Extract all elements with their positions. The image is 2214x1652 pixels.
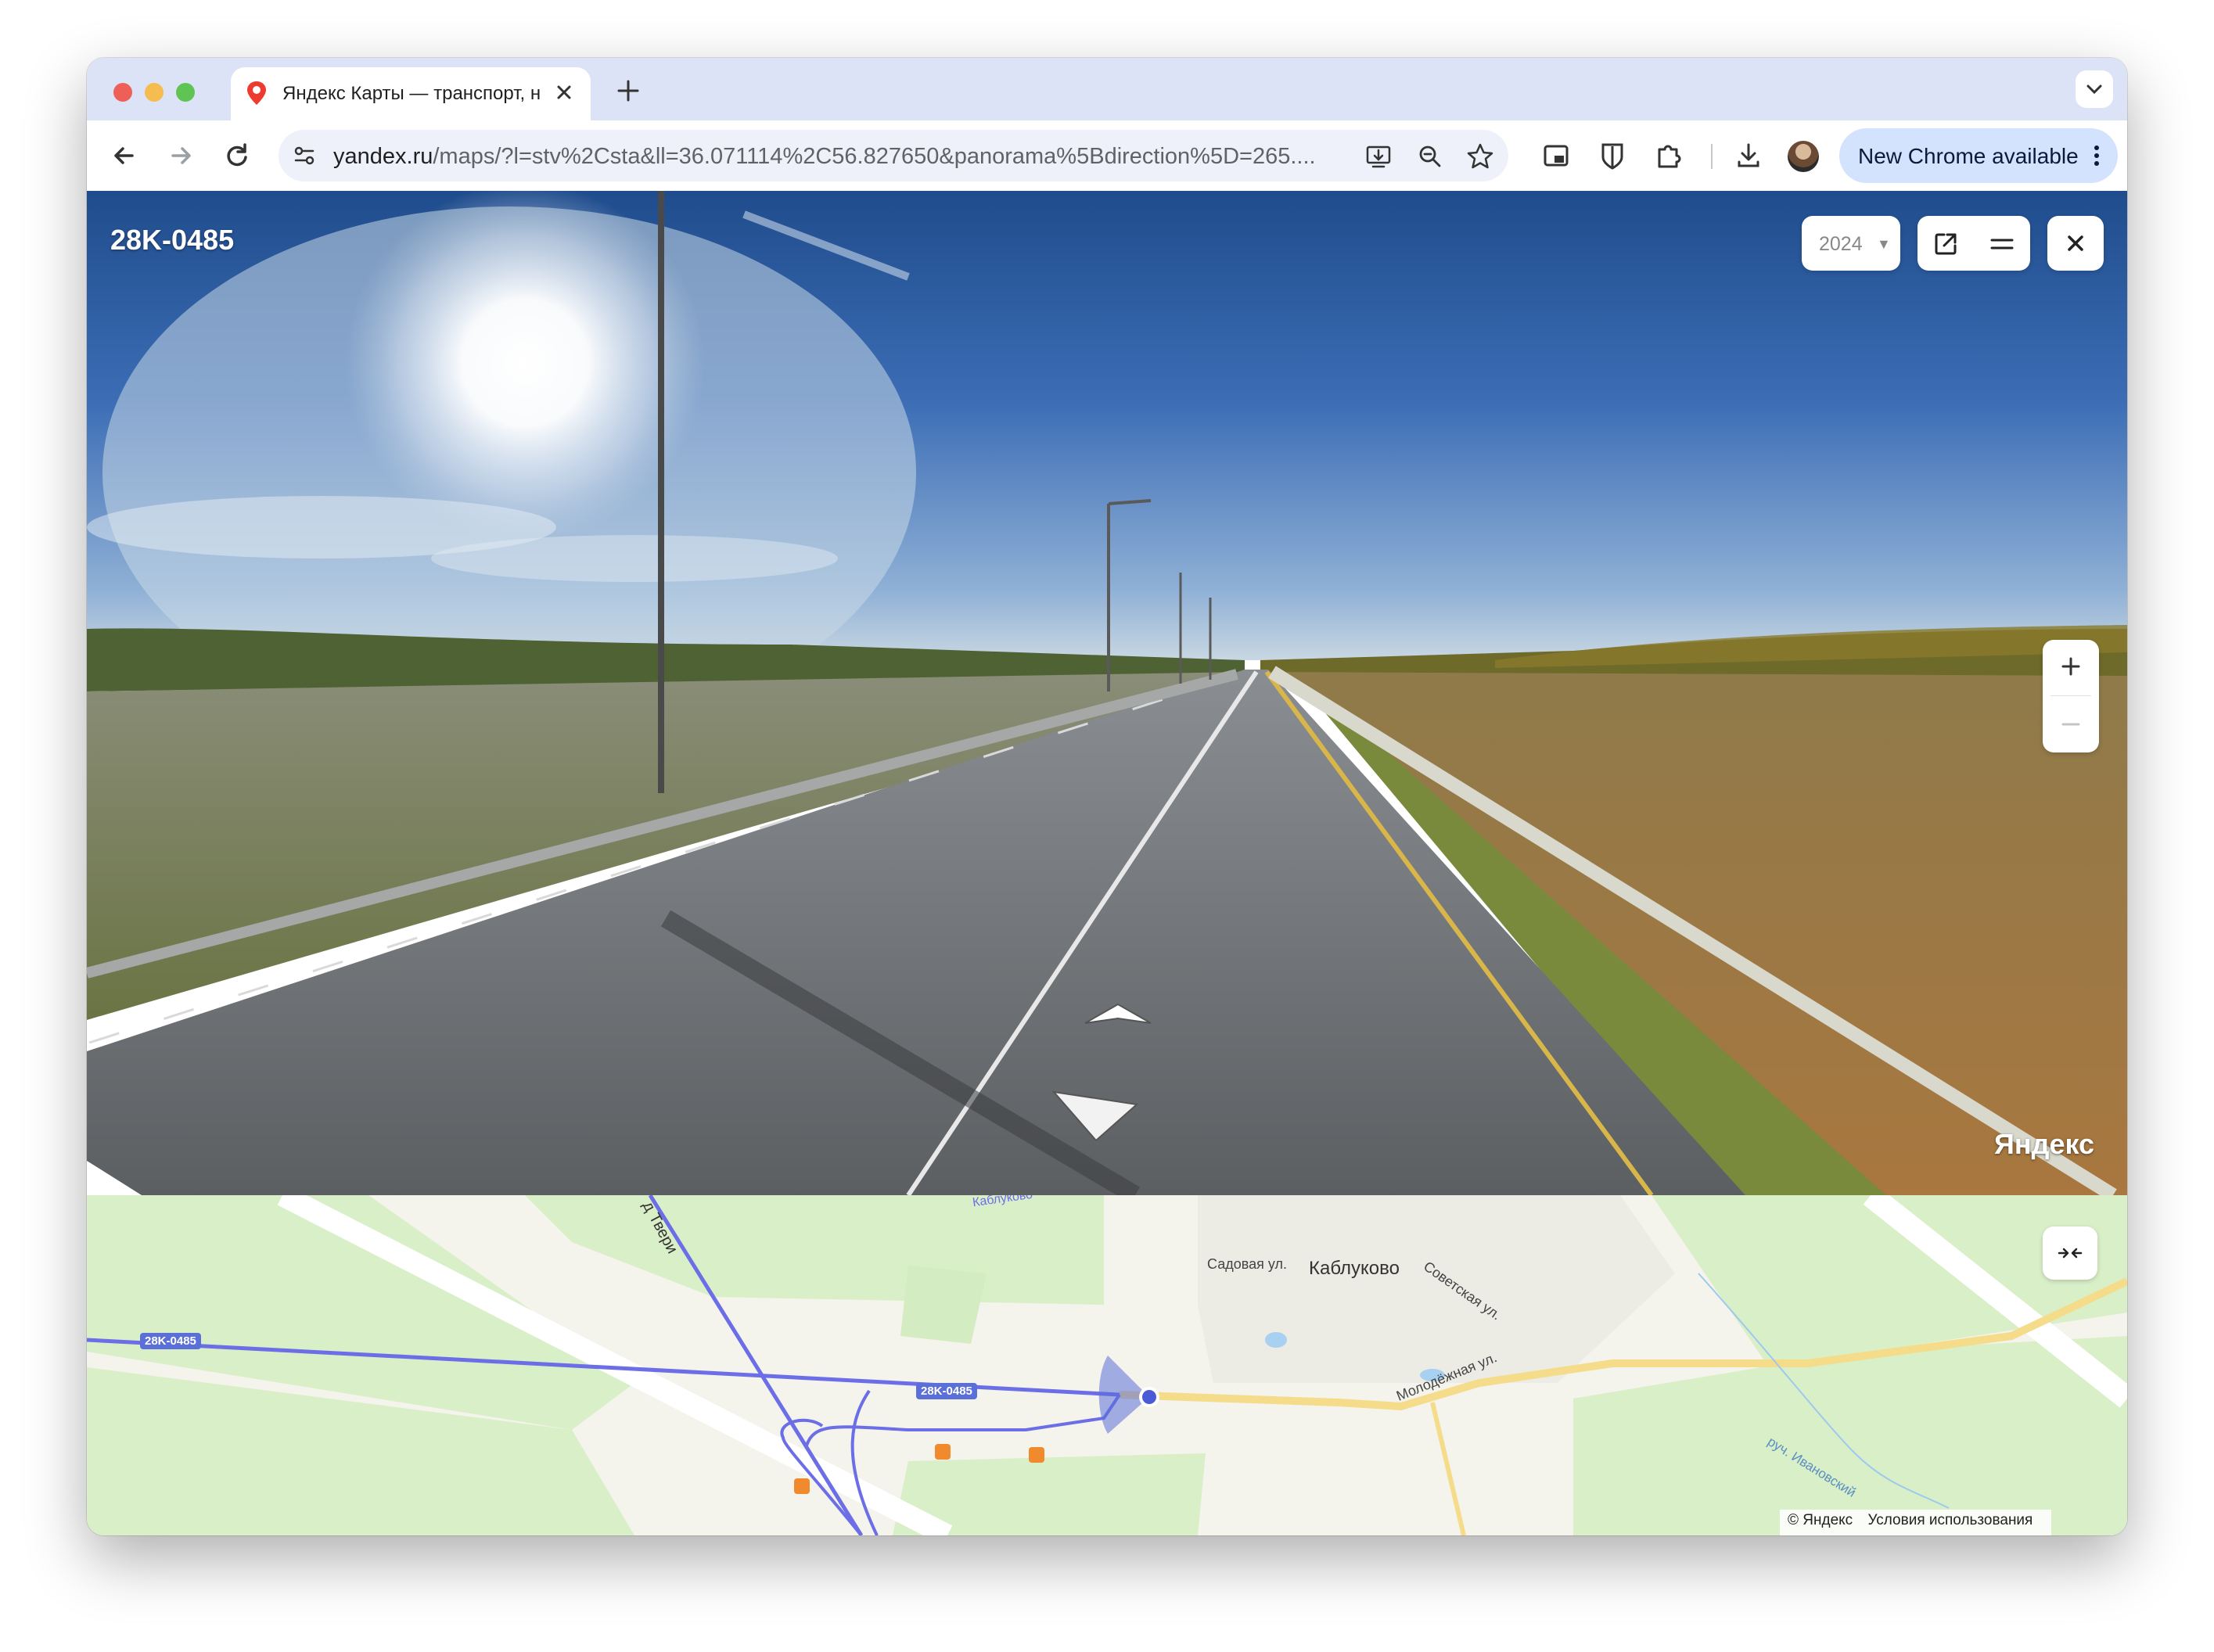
caret-down-icon: ▼ xyxy=(1877,236,1891,252)
minimize-window-button[interactable] xyxy=(145,83,164,102)
map-copyright[interactable]: © Яндекс xyxy=(1788,1512,1853,1528)
map-pin-icon xyxy=(247,81,266,105)
url-path: /maps/?l=stv%2Csta&ll=36.071114%2C56.827… xyxy=(433,144,1316,169)
yandex-watermark: Яндекс xyxy=(1994,1128,2095,1160)
panorama-road-title: 28K-0485 xyxy=(110,224,235,256)
forward-icon[interactable] xyxy=(162,137,199,174)
close-icon xyxy=(2068,235,2083,251)
year-value: 2024 xyxy=(1819,233,1863,255)
zoom-in-icon[interactable] xyxy=(2057,652,2085,681)
url-text[interactable]: yandex.ru/maps/?l=stv%2Csta&ll=36.071114… xyxy=(333,144,1342,170)
tab-yandex-maps[interactable]: Яндекс Карты — транспорт, навигация, пои… xyxy=(231,67,591,120)
browser-toolbar: yandex.ru/maps/?l=stv%2Csta&ll=36.071114… xyxy=(87,120,2127,192)
road-badge-center: 28K-0485 xyxy=(916,1383,977,1399)
maximize-window-button[interactable] xyxy=(176,83,195,102)
panorama-image xyxy=(87,191,2127,1195)
collapse-map-button[interactable] xyxy=(2043,1226,2097,1280)
map-footer: © Яндекс Условия использования xyxy=(1780,1510,2052,1535)
panorama-actions xyxy=(1917,216,2030,271)
close-window-button[interactable] xyxy=(113,83,132,102)
zoom-icon[interactable] xyxy=(1414,141,1446,172)
site-settings-icon[interactable] xyxy=(289,141,319,171)
tab-title: Яндекс Карты — транспорт, навигация, пои… xyxy=(282,83,541,104)
tab-search-button[interactable] xyxy=(2076,70,2113,108)
password-manager-icon[interactable] xyxy=(1594,137,1631,174)
back-icon[interactable] xyxy=(106,137,143,174)
chevron-down-icon xyxy=(2086,84,2102,95)
new-chrome-available-button[interactable]: New Chrome available xyxy=(1839,128,2118,183)
browser-window: Яндекс Карты — транспорт, навигация, пои… xyxy=(87,58,2127,1535)
collapse-arrows-icon xyxy=(2058,1248,2083,1259)
zoom-divider xyxy=(2050,695,2091,696)
village-label[interactable]: Каблуково xyxy=(1309,1258,1400,1280)
year-select[interactable]: 2024 ▼ xyxy=(1802,216,1900,271)
more-menu-icon[interactable] xyxy=(2083,142,2110,169)
reload-icon[interactable] xyxy=(218,137,256,174)
extensions-icon[interactable] xyxy=(1650,137,1687,174)
open-external-icon[interactable] xyxy=(1932,230,1960,258)
close-panorama-button[interactable] xyxy=(2047,216,2104,271)
picture-in-picture-icon[interactable] xyxy=(1537,137,1575,174)
download-icon[interactable] xyxy=(1730,137,1767,174)
url-host: yandex.ru xyxy=(333,144,433,169)
street-label-sadovaya: Садовая ул. xyxy=(1207,1256,1287,1272)
close-tab-icon[interactable] xyxy=(552,80,577,105)
address-bar[interactable]: yandex.ru/maps/?l=stv%2Csta&ll=36.071114… xyxy=(279,130,1508,181)
road-badge-left: 28K-0485 xyxy=(140,1333,201,1349)
zoom-out-icon[interactable] xyxy=(2057,710,2085,738)
map-terms-link[interactable]: Условия использования xyxy=(1867,1512,2032,1528)
install-app-icon[interactable] xyxy=(1363,141,1394,172)
toolbar-divider xyxy=(1711,144,1713,169)
mini-map[interactable]: 28K-0485 28K-0485 Каблуково Садовая ул. … xyxy=(87,1195,2127,1535)
street-view-panorama[interactable]: 28K-0485 2024 ▼ Яндекс xyxy=(87,191,2127,1195)
tab-strip: Яндекс Карты — транспорт, навигация, пои… xyxy=(87,58,2127,120)
new-tab-icon[interactable] xyxy=(613,75,644,106)
new-chrome-label: New Chrome available xyxy=(1858,144,2079,168)
profile-avatar[interactable] xyxy=(1788,141,1819,172)
map-canvas xyxy=(87,1195,2127,1535)
bookmark-star-icon[interactable] xyxy=(1465,141,1496,172)
zoom-controls xyxy=(2043,640,2099,752)
menu-lines-icon[interactable] xyxy=(1988,230,2016,258)
